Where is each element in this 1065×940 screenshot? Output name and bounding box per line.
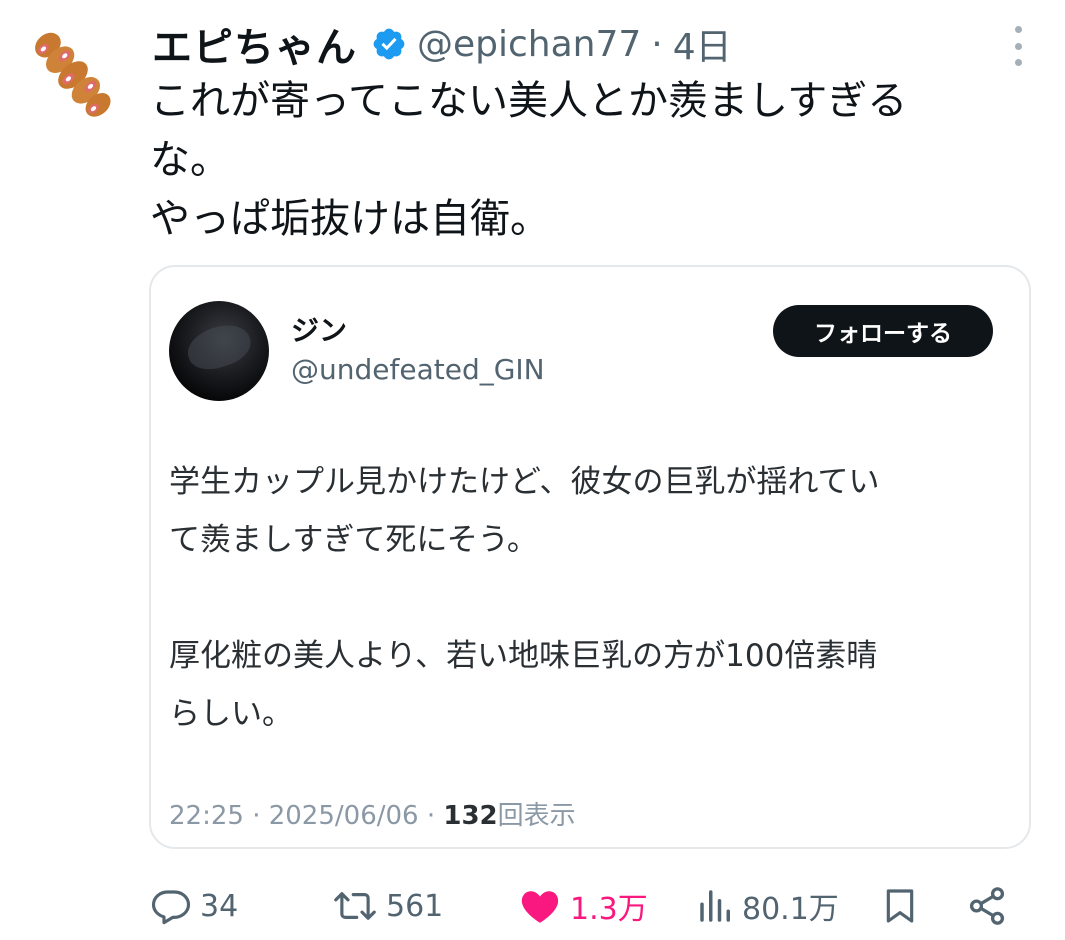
- views-icon: [700, 890, 730, 922]
- action-bar: 34 561 1.3万 80.1万: [150, 876, 1020, 936]
- quoted-tweet-view-label: 回表示: [497, 801, 576, 831]
- views-button[interactable]: 80.1万: [698, 876, 839, 936]
- bookmark-button[interactable]: [880, 876, 920, 936]
- quoted-tweet-view-count: 132: [443, 801, 498, 831]
- quoted-tweet-text: 学生カップル見かけたけど、彼女の巨乳が揺れてい て羨ましすぎて死にそう。 厚化粧…: [169, 464, 880, 732]
- retweet-icon: [334, 892, 376, 920]
- more-icon[interactable]: [1013, 26, 1023, 66]
- separator-dot: ·: [651, 23, 663, 65]
- like-count: 1.3万: [570, 892, 648, 927]
- reply-button[interactable]: 34: [150, 876, 238, 936]
- bookmark-icon: [886, 889, 914, 923]
- tweet-time[interactable]: 4日: [673, 18, 732, 70]
- quoted-author-avatar[interactable]: [169, 301, 269, 401]
- author-avatar[interactable]: [20, 22, 126, 128]
- quoted-tweet-meta: 22:25 · 2025/06/06 · 132回表示: [169, 795, 576, 832]
- tweet-text: これが寄ってこない美人とか羨ましすぎる な。 やっぱ垢抜けは自衛。: [150, 78, 908, 242]
- author-display-name[interactable]: エピちゃん: [152, 15, 357, 73]
- tweet-header: エピちゃん @epichan77 · 4日: [152, 16, 1025, 72]
- like-button[interactable]: 1.3万: [518, 876, 648, 936]
- quoted-tweet-timestamp: 22:25 · 2025/06/06 ·: [169, 801, 444, 831]
- view-count: 80.1万: [742, 892, 839, 927]
- reply-count: 34: [200, 888, 239, 924]
- retweet-count: 561: [386, 888, 444, 924]
- quoted-tweet-card[interactable]: ジン @undefeated_GIN フォローする 学生カップル見かけたけど、彼…: [149, 265, 1031, 849]
- follow-button[interactable]: フォローする: [773, 305, 993, 357]
- share-icon: [969, 887, 1005, 925]
- reply-icon: [151, 890, 191, 925]
- quoted-author-handle[interactable]: @undefeated_GIN: [291, 353, 545, 386]
- verified-badge-icon: [373, 28, 405, 60]
- heart-icon: [521, 891, 559, 923]
- share-button[interactable]: [966, 876, 1008, 936]
- retweet-button[interactable]: 561: [332, 876, 443, 936]
- quoted-author-name[interactable]: ジン: [291, 309, 347, 349]
- author-handle[interactable]: @epichan77: [417, 24, 641, 65]
